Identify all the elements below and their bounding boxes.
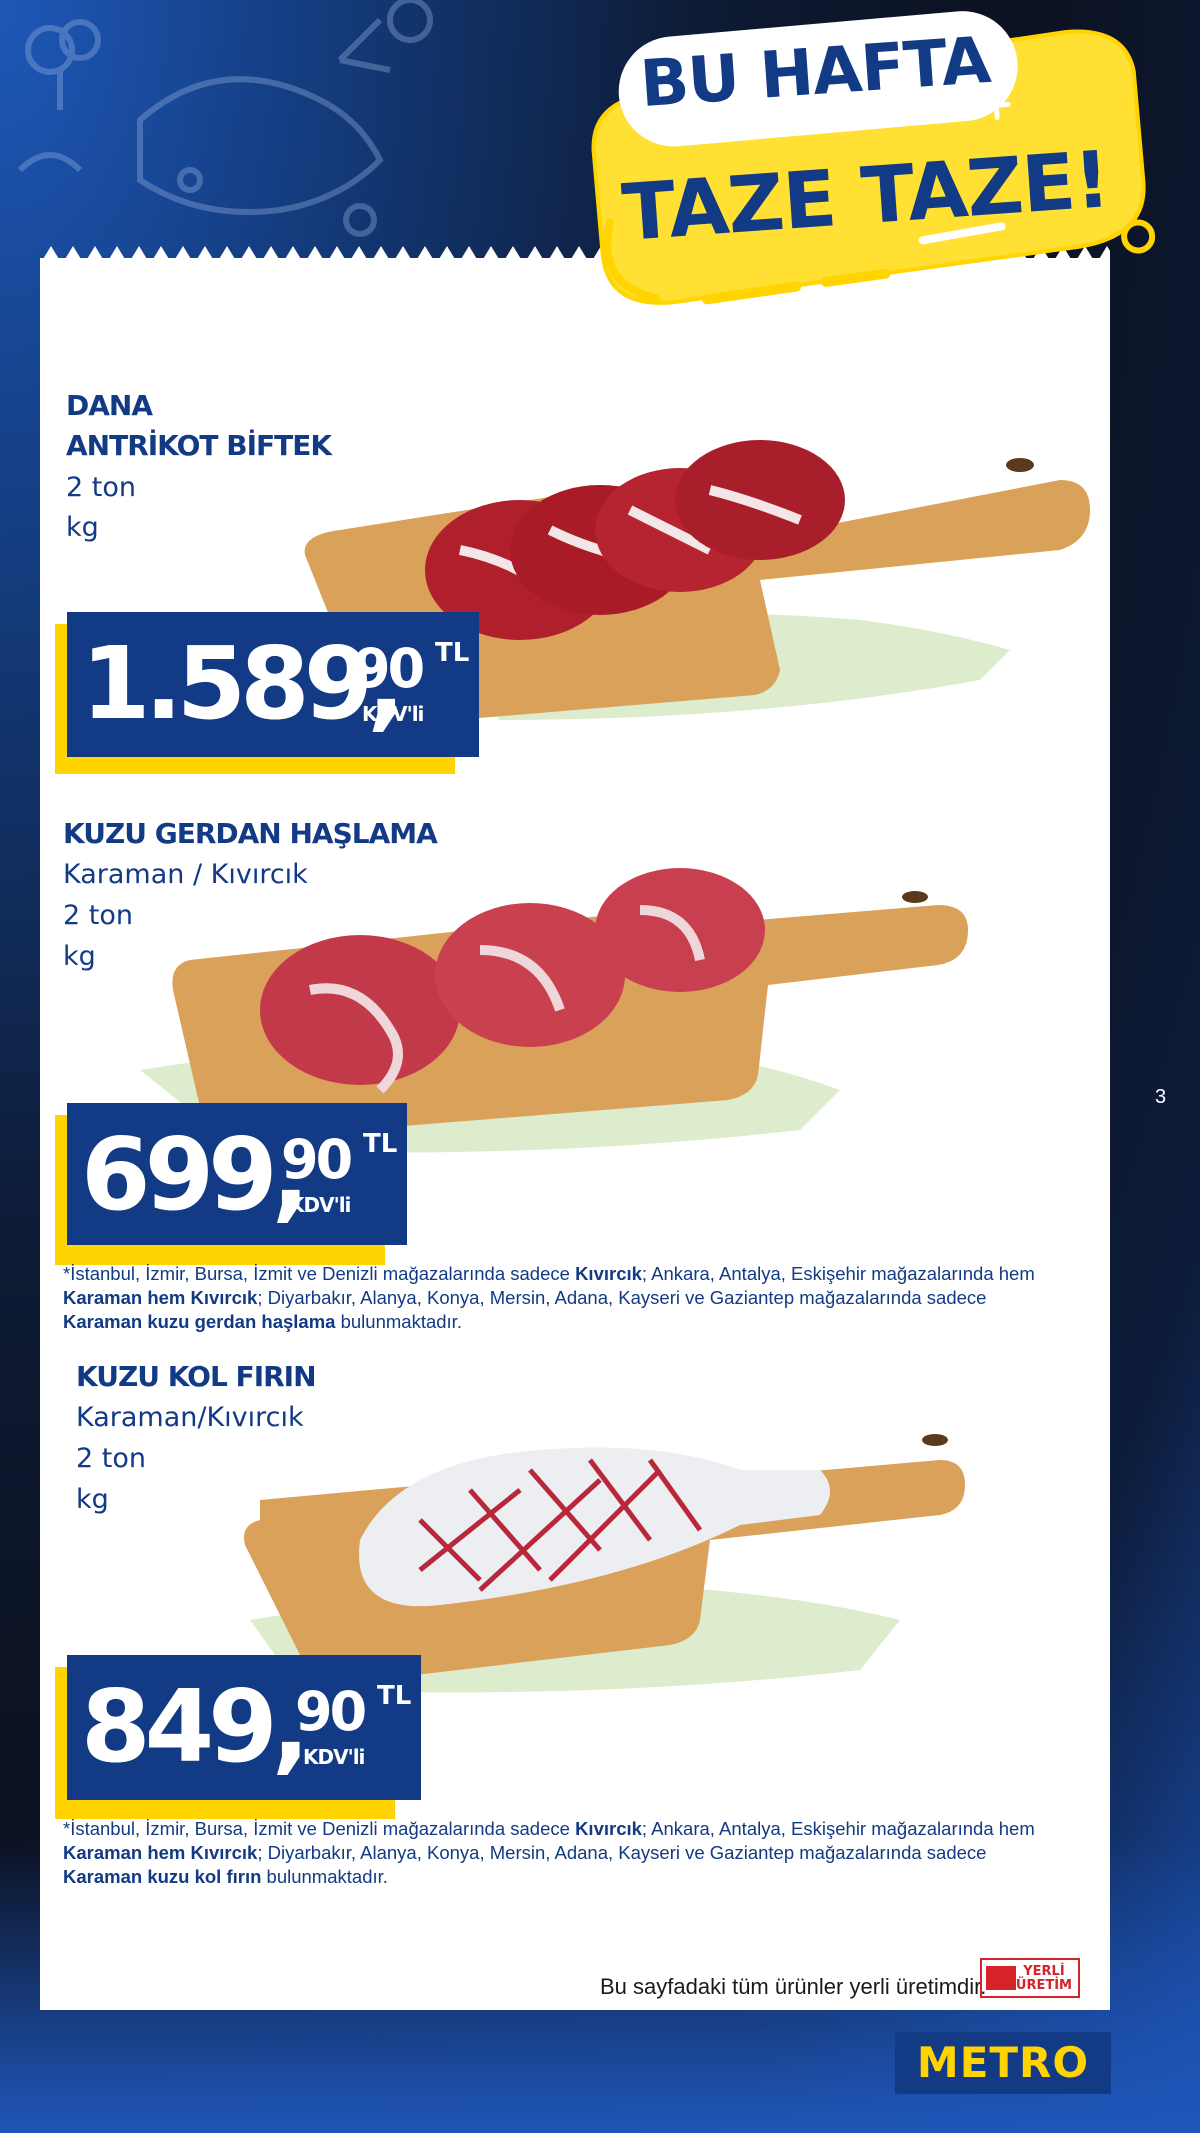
metro-logo: METRO xyxy=(895,2032,1111,2094)
yerli-uretim-badge: YERLİ ÜRETİM xyxy=(980,1958,1080,1998)
note-text: *İstanbul, İzmir, Bursa, İzmit ve Denizl… xyxy=(63,1818,576,1839)
note-text: ; Ankara, Antalya, Eskişehir mağazaların… xyxy=(641,1818,1035,1839)
note-bold: Karaman kuzu kol fırın xyxy=(63,1866,262,1887)
note-text: ; Diyarbakır, Alanya, Konya, Mersin, Ada… xyxy=(257,1842,987,1863)
product-3-price-decimal: 90 xyxy=(295,1680,367,1743)
product-1-detail-line-1: 2 ton xyxy=(66,472,136,503)
note-bold: Kıvırcık xyxy=(575,1818,642,1839)
product-2-detail-line-3: kg xyxy=(63,941,96,972)
product-3-detail-line-3: kg xyxy=(76,1484,109,1515)
page-number: 3 xyxy=(1155,1086,1167,1108)
product-1-detail-line-2: kg xyxy=(66,512,99,543)
note-text: ; Diyarbakır, Alanya, Konya, Mersin, Ada… xyxy=(257,1287,987,1308)
product-2-price-tax: KDV'li xyxy=(289,1193,351,1217)
note-bold: Karaman hem Kıvırcık xyxy=(63,1842,258,1863)
product-3-price-currency: TL xyxy=(377,1681,412,1711)
fish-doodle-icon xyxy=(137,17,391,215)
badge-line-1: YERLİ xyxy=(1023,1964,1065,1979)
product-1-price-integer: 1.589, xyxy=(81,625,405,742)
note-bold: Karaman kuzu gerdan haşlama xyxy=(63,1311,336,1332)
product-2-price-integer: 699, xyxy=(81,1116,310,1233)
product-3-name: KUZU KOL FIRIN xyxy=(76,1360,317,1393)
product-1-name-line-2: ANTRİKOT BİFTEK xyxy=(66,429,332,462)
yerli-uretim-icon xyxy=(986,1966,1016,1990)
footer-note: Bu sayfadaki tüm ürünler yerli üretimdir… xyxy=(600,1974,987,1999)
badge-line-2: ÜRETİM xyxy=(1015,1978,1072,1993)
product-3-note: *İstanbul, İzmir, Bursa, İzmit ve Denizl… xyxy=(63,1817,1103,1889)
broccoli-doodle-icon xyxy=(25,19,101,110)
note-text: bulunmaktadır. xyxy=(261,1866,388,1887)
product-1-price-currency: TL xyxy=(435,638,470,668)
product-1-price-decimal: 90 xyxy=(353,637,425,700)
product-3-price-tax: KDV'li xyxy=(303,1745,365,1769)
product-2-note: *İstanbul, İzmir, Bursa, İzmit ve Denizl… xyxy=(63,1262,1103,1334)
note-bold: Karaman hem Kıvırcık xyxy=(63,1287,258,1308)
note-text: bulunmaktadır. xyxy=(335,1311,462,1332)
product-3-price-integer: 849, xyxy=(81,1668,310,1785)
note-bold: Kıvırcık xyxy=(575,1263,642,1284)
note-text: ; Ankara, Antalya, Eskişehir mağazaların… xyxy=(641,1263,1035,1284)
note-text: *İstanbul, İzmir, Bursa, İzmit ve Denizl… xyxy=(63,1263,576,1284)
product-3-detail-line-2: 2 ton xyxy=(76,1443,146,1474)
product-2-price-currency: TL xyxy=(363,1129,398,1159)
product-1-price-tax: KDV'li xyxy=(362,702,424,726)
product-1-name-line-1: DANA xyxy=(66,389,153,422)
product-2-price-decimal: 90 xyxy=(281,1128,353,1191)
